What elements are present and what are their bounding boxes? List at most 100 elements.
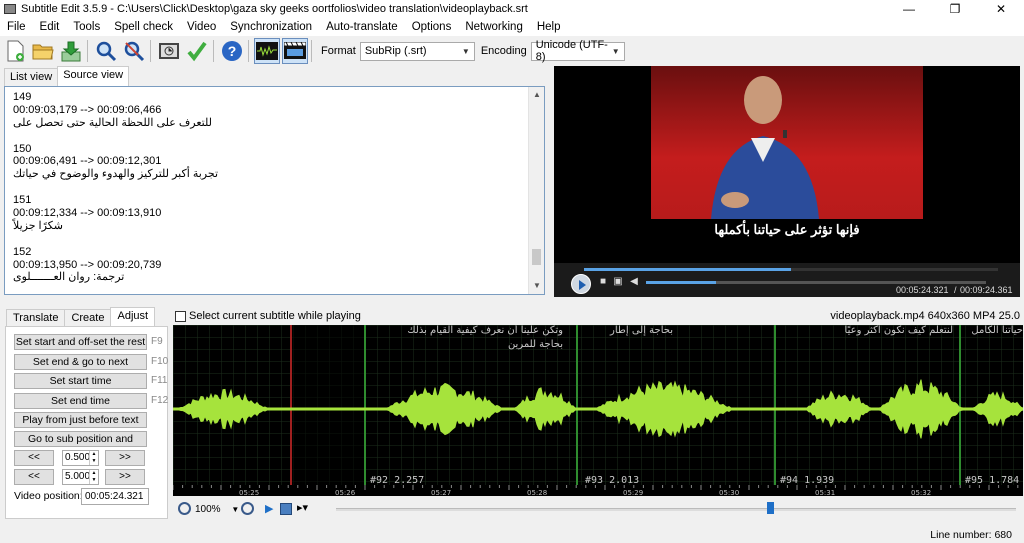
- close-button[interactable]: ✕: [978, 0, 1024, 18]
- toolbar: ? Format SubRip (.srt) ▼ Encoding Unicod…: [0, 36, 1024, 66]
- view-tabs: List view Source view: [4, 66, 130, 86]
- waveform-canvas[interactable]: وتكن علينا أن نعرف كيفية القيام بذلك بحا…: [173, 325, 1023, 495]
- spinner-arrows-icon[interactable]: ▲ ▼: [89, 470, 98, 484]
- tab-create[interactable]: Create: [64, 309, 112, 326]
- replace-icon[interactable]: [121, 38, 147, 64]
- source-text-area[interactable]: 149 00:09:03,179 --> 00:09:06,466 للتعرف ع…: [4, 86, 545, 295]
- splitter[interactable]: [0, 297, 1024, 307]
- waveform-position-thumb[interactable]: [767, 502, 775, 514]
- new-file-icon[interactable]: [2, 38, 28, 64]
- fullscreen-icon[interactable]: ▣: [612, 276, 624, 288]
- source-line: 149: [13, 91, 32, 103]
- scroll-down-icon[interactable]: ▼: [529, 278, 545, 294]
- source-line: 150: [13, 142, 32, 155]
- menu-auto-translate[interactable]: Auto-translate: [319, 21, 405, 33]
- encoding-select[interactable]: Unicode (UTF-8) ▼: [530, 39, 625, 63]
- toolbar-separator: [213, 40, 214, 62]
- vertical-scrollbar[interactable]: ▲ ▼: [528, 87, 544, 294]
- svg-text:?: ?: [228, 43, 237, 59]
- hotkey-label: F9: [151, 336, 163, 347]
- tab-translate[interactable]: Translate: [6, 309, 66, 326]
- volume-icon[interactable]: ◀: [628, 276, 640, 288]
- ruler-label: 05:32: [911, 489, 931, 496]
- menu-tools[interactable]: Tools: [66, 21, 107, 33]
- format-select[interactable]: SubRip (.srt) ▼: [359, 41, 475, 61]
- spell-check-icon[interactable]: [184, 38, 210, 64]
- chevron-down-icon: ▼: [461, 46, 470, 56]
- menu-networking[interactable]: Networking: [458, 21, 530, 33]
- zoom-out-icon[interactable]: [178, 502, 191, 515]
- zoom-in-icon[interactable]: [241, 502, 254, 515]
- forward-small-button[interactable]: >>: [105, 450, 145, 466]
- source-line: 151: [13, 194, 32, 207]
- menu-video[interactable]: Video: [180, 21, 223, 33]
- forward-large-button[interactable]: >>: [105, 469, 145, 485]
- chevron-down-icon: ▼: [611, 46, 620, 56]
- ruler-label: 05:29: [623, 489, 643, 496]
- video-player[interactable]: فإنها تؤثر على حياتنا بأكملها ■ ▣ ◀ 00:0…: [554, 66, 1020, 297]
- waveform-toggle-icon[interactable]: [254, 38, 280, 64]
- tab-list-view[interactable]: List view: [4, 68, 59, 86]
- source-lines: 149 00:09:03,179 --> 00:09:06,466 للتعرف ع…: [13, 91, 526, 284]
- save-icon[interactable]: [58, 38, 84, 64]
- video-toggle-icon[interactable]: [282, 38, 308, 64]
- toolbar-separator: [150, 40, 151, 62]
- hotkey-label: F11: [151, 375, 168, 386]
- source-line: للتعرف على اللحظة الحالية حتى تحصل على: [13, 116, 212, 129]
- ruler-label: 05:31: [815, 489, 835, 496]
- stop-icon[interactable]: ■: [597, 276, 609, 288]
- video-seekbar[interactable]: [584, 268, 998, 271]
- set-end-time-button[interactable]: Set end time: [14, 393, 147, 409]
- source-line: ترجمة: روان العـــــــلوى: [13, 271, 125, 284]
- menu-help[interactable]: Help: [530, 21, 568, 33]
- minimize-button[interactable]: —: [886, 0, 932, 18]
- set-end-go-next-button[interactable]: Set end & go to next: [14, 354, 147, 370]
- go-to-sub-position-button[interactable]: Go to sub position and pause: [14, 431, 147, 459]
- tab-adjust[interactable]: Adjust: [110, 307, 156, 326]
- hotkey-label: F10: [151, 356, 169, 367]
- subtitle-94-line1: لنتعلم كيف نكون أكثر وعيًا: [845, 325, 953, 336]
- menu-options[interactable]: Options: [405, 21, 459, 33]
- back-large-button[interactable]: <<: [14, 469, 54, 485]
- tab-source-view[interactable]: Source view: [57, 66, 130, 86]
- waveform[interactable]: وتكن علينا أن نعرف كيفية القيام بذلك بحا…: [173, 325, 1023, 495]
- video-subtitle-text: فإنها تؤثر على حياتنا بأكملها: [554, 219, 1020, 263]
- set-start-offset-button[interactable]: Set start and off-set the rest: [14, 334, 147, 350]
- menu-spell-check[interactable]: Spell check: [107, 21, 180, 33]
- set-start-time-button[interactable]: Set start time: [14, 373, 147, 389]
- open-folder-icon[interactable]: [30, 38, 56, 64]
- back-small-button[interactable]: <<: [14, 450, 54, 466]
- video-total-time: 00:09:24.361: [960, 285, 1013, 295]
- play-waveform-icon[interactable]: ▶: [265, 502, 273, 515]
- menu-edit[interactable]: Edit: [33, 21, 67, 33]
- visual-sync-icon[interactable]: [156, 38, 182, 64]
- subtitle-95-line1: حياتنا الكامل: [971, 325, 1023, 336]
- spectrogram-icon[interactable]: [280, 503, 292, 515]
- scroll-thumb[interactable]: [532, 249, 541, 265]
- select-while-playing-label: Select current subtitle while playing: [189, 310, 361, 322]
- waveform-menu-icon[interactable]: ▸▾: [297, 501, 308, 514]
- subtitle-92-line1: وتكن علينا أن نعرف كيفية القيام بذلك: [407, 325, 563, 336]
- chevron-down-icon: ▼: [231, 505, 240, 514]
- zoom-select[interactable]: 100% ▼: [192, 502, 240, 518]
- select-while-playing-checkbox[interactable]: [175, 311, 186, 322]
- waveform-position-track[interactable]: [336, 508, 1016, 511]
- hotkey-label: F12: [151, 395, 169, 406]
- menu-file[interactable]: File: [0, 21, 33, 33]
- scroll-up-icon[interactable]: ▲: [529, 87, 545, 103]
- lower-tabs: Translate Create Adjust: [6, 307, 156, 326]
- volume-slider[interactable]: [646, 281, 716, 284]
- video-position-input[interactable]: 00:05:24.321: [81, 488, 149, 505]
- find-icon[interactable]: [93, 38, 119, 64]
- source-line: شكرًا جزيلاً: [13, 219, 63, 232]
- video-current-time: 00:05:24.321: [896, 285, 949, 295]
- menu-synchronization[interactable]: Synchronization: [223, 21, 319, 33]
- spinner-arrows-icon[interactable]: ▲ ▼: [89, 451, 98, 465]
- small-step-spinner[interactable]: 0.500 ▲ ▼: [62, 450, 99, 466]
- play-button[interactable]: [571, 274, 591, 294]
- large-step-spinner[interactable]: 5.000 ▲ ▼: [62, 469, 99, 485]
- maximize-button[interactable]: ❐: [932, 0, 978, 18]
- help-icon[interactable]: ?: [219, 38, 245, 64]
- play-before-text-button[interactable]: Play from just before text: [14, 412, 147, 428]
- source-line: 00:09:03,179 --> 00:09:06,466: [13, 103, 162, 116]
